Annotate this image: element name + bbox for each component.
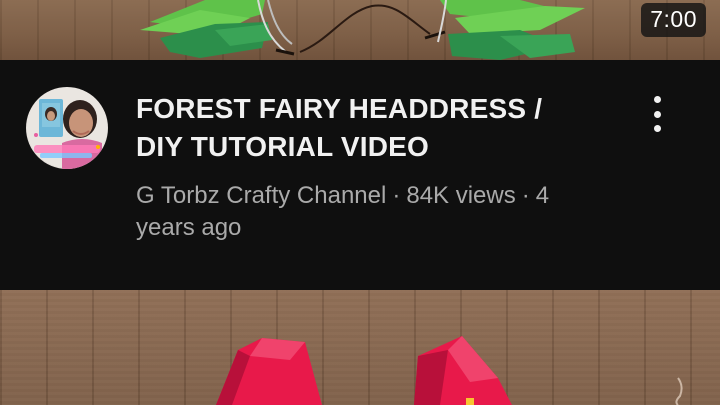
avatar-image <box>27 88 107 169</box>
menu-dot <box>653 96 661 103</box>
channel-name[interactable]: G Torbz Crafty Channel <box>136 182 386 209</box>
youtube-feed: 7:00 FOREST FAIRY HEADDRESS / DIY TUTORI… <box>0 0 720 405</box>
meta-separator-2: · <box>521 182 530 209</box>
thumbnail-image <box>216 336 683 405</box>
video-thumbnail[interactable]: 7:00 <box>0 0 720 60</box>
menu-dot <box>653 125 661 132</box>
video-title-line1: FOREST FAIRY HEADDRESS / <box>136 93 543 124</box>
channel-avatar[interactable] <box>26 87 108 169</box>
upload-age-number: 4 <box>535 182 550 209</box>
thumbnail-image <box>140 0 585 60</box>
video-title-line2: DIY TUTORIAL VIDEO <box>136 131 429 162</box>
view-count: 84K views <box>406 182 516 209</box>
upload-age-unit: years ago <box>136 214 242 241</box>
video-info[interactable]: FOREST FAIRY HEADDRESS / DIY TUTORIAL VI… <box>0 60 720 290</box>
video-text: FOREST FAIRY HEADDRESS / DIY TUTORIAL VI… <box>136 90 606 244</box>
meta-separator: · <box>392 182 401 209</box>
duration-badge: 7:00 <box>641 3 706 37</box>
more-vert-icon[interactable] <box>640 92 674 136</box>
next-video-thumbnail[interactable] <box>0 290 720 405</box>
video-metadata: G Torbz Crafty Channel · 84K views · 4 years… <box>136 180 606 244</box>
video-title[interactable]: FOREST FAIRY HEADDRESS / DIY TUTORIAL VI… <box>136 90 606 166</box>
menu-dot <box>653 110 661 118</box>
